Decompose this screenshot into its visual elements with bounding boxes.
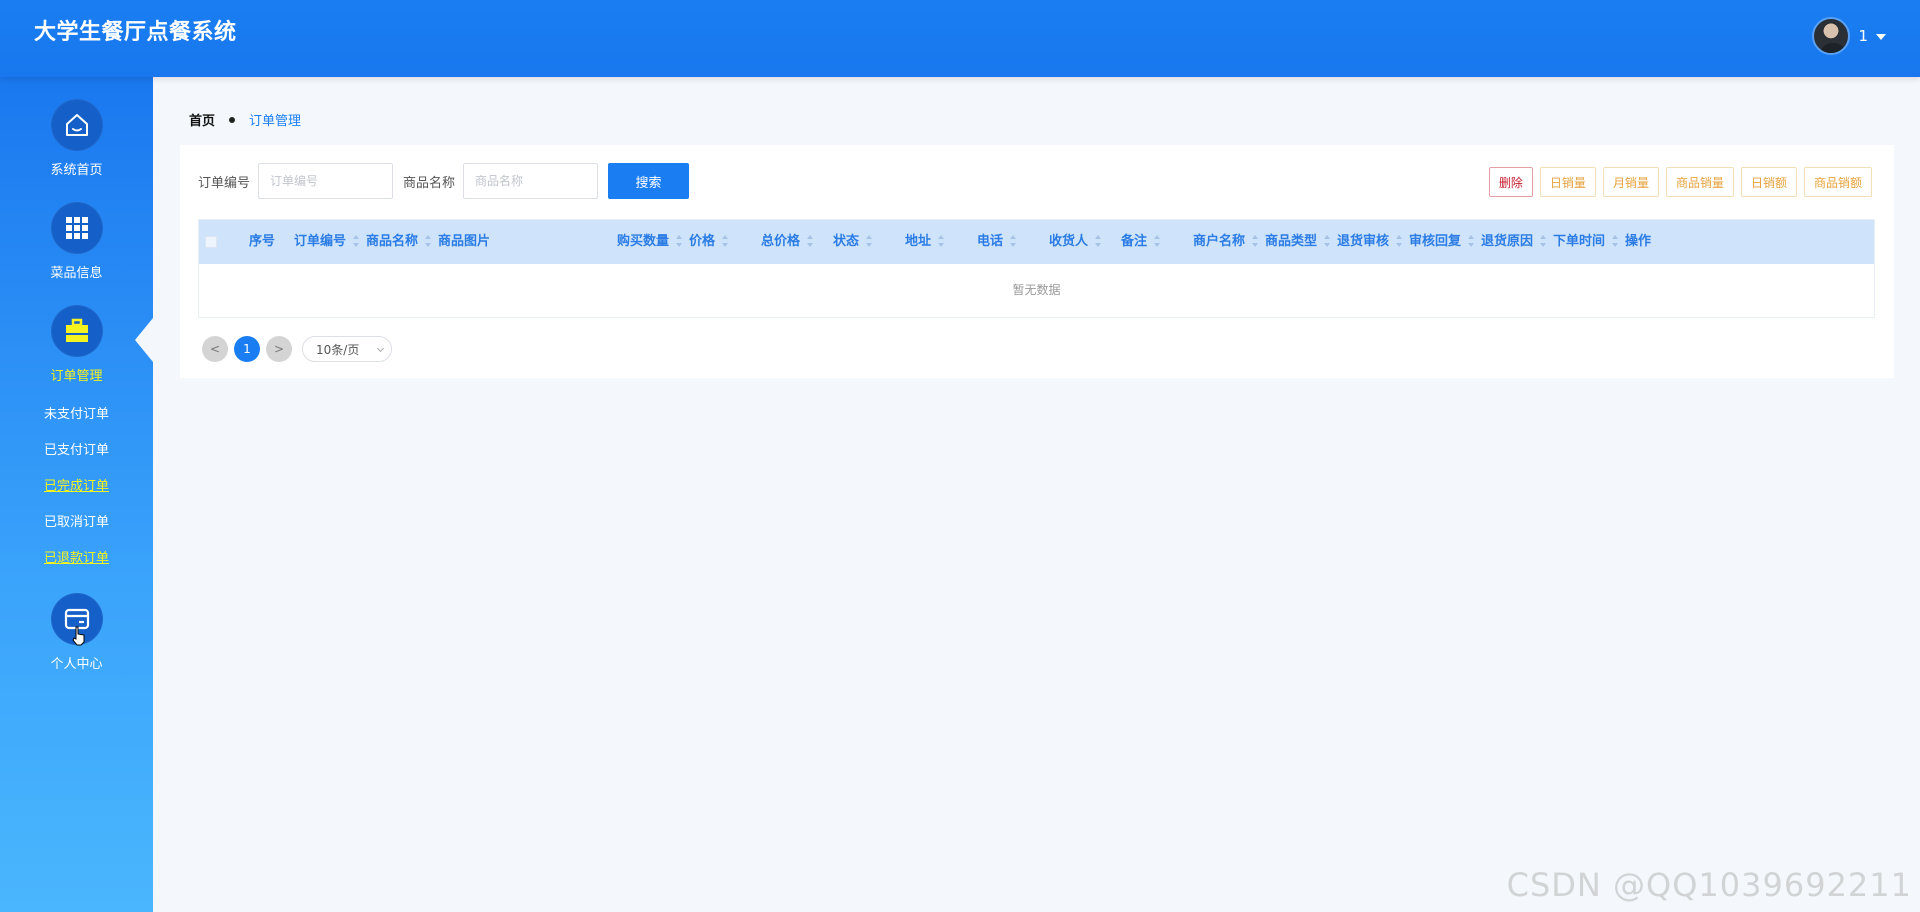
column-header[interactable]: 收货人 — [1049, 220, 1102, 264]
breadcrumb-current: 订单管理 — [249, 114, 302, 129]
search-form: 订单编号 商品名称 搜索 — [198, 163, 690, 199]
breadcrumb-separator — [229, 116, 236, 123]
top-header: 大学生餐厅点餐系统 1 — [0, 0, 1920, 77]
order-submenu: 未支付订单 已支付订单 已完成订单 已取消订单 已退款订单 — [0, 397, 153, 577]
submenu-cancelled-orders[interactable]: 已取消订单 — [0, 505, 153, 541]
order-panel: 订单编号 商品名称 搜索 删除 日销量 月销量 商品销量 日销额 商品销额 序号… — [180, 145, 1894, 378]
app-title: 大学生餐厅点餐系统 — [34, 20, 237, 45]
column-header[interactable]: 退货审核 — [1337, 220, 1403, 264]
sort-icon — [1094, 234, 1102, 247]
column-header: 序号 — [249, 234, 276, 249]
sidebar: 系统首页 菜品信息 订单管理 未支付订单 已支付订单 已完成订单 已取消订单 已… — [0, 77, 153, 912]
column-header[interactable]: 订单编号 — [294, 220, 360, 264]
column-header[interactable]: 商品名称 — [366, 220, 432, 264]
home-icon[interactable] — [50, 99, 103, 151]
page-size-value: 10条/页 — [316, 342, 360, 357]
sort-icon — [1251, 234, 1259, 247]
daily-sales-button[interactable]: 日销量 — [1539, 167, 1596, 197]
column-header[interactable]: 商品类型 — [1265, 220, 1331, 264]
page-size-select[interactable]: 10条/页 — [302, 336, 392, 362]
monthly-sales-button[interactable]: 月销量 — [1602, 167, 1659, 197]
column-header[interactable]: 价格 — [689, 220, 729, 264]
user-name[interactable]: 1 — [1858, 27, 1868, 45]
chevron-down-icon — [376, 344, 385, 353]
search-button[interactable]: 搜索 — [608, 163, 690, 199]
grid-icon[interactable] — [50, 202, 103, 254]
prev-page-button[interactable]: < — [202, 336, 228, 362]
column-header[interactable]: 电话 — [977, 220, 1017, 264]
column-header[interactable]: 状态 — [833, 220, 873, 264]
delete-button[interactable]: 删除 — [1488, 167, 1533, 197]
column-header: 操作 — [1625, 234, 1652, 249]
submenu-paid-orders[interactable]: 已支付订单 — [0, 433, 153, 469]
sort-icon — [1323, 234, 1331, 247]
sort-icon — [1153, 234, 1161, 247]
breadcrumb-home[interactable]: 首页 — [189, 110, 215, 129]
sort-icon — [1539, 234, 1547, 247]
column-header[interactable]: 退货原因 — [1481, 220, 1547, 264]
briefcase-icon[interactable] — [50, 305, 103, 357]
sidebar-item-dishes[interactable]: 菜品信息 — [0, 202, 153, 281]
avatar[interactable] — [1812, 17, 1851, 55]
column-header[interactable]: 商户名称 — [1193, 220, 1259, 264]
sidebar-item-label[interactable]: 菜品信息 — [0, 262, 153, 281]
sort-icon — [1611, 234, 1619, 247]
user-menu[interactable]: 1 — [1812, 17, 1886, 55]
column-header[interactable]: 审核回复 — [1409, 220, 1475, 264]
sidebar-item-label[interactable]: 个人中心 — [0, 653, 153, 672]
select-all-checkbox[interactable] — [205, 236, 217, 248]
sidebar-item-label[interactable]: 系统首页 — [0, 159, 153, 178]
order-no-input[interactable] — [258, 163, 394, 199]
next-page-button[interactable]: > — [266, 336, 292, 362]
sort-icon — [1395, 234, 1403, 247]
column-header[interactable]: 备注 — [1121, 220, 1161, 264]
column-header[interactable]: 下单时间 — [1553, 220, 1619, 264]
column-header[interactable]: 购买数量 — [617, 220, 683, 264]
sidebar-item-home[interactable]: 系统首页 — [0, 99, 153, 178]
order-no-label: 订单编号 — [198, 175, 251, 191]
sidebar-item-orders[interactable]: 订单管理 — [0, 305, 153, 384]
column-header: 商品图片 — [438, 234, 491, 249]
table-empty-text: 暂无数据 — [1012, 283, 1061, 297]
goods-name-input[interactable] — [463, 163, 599, 199]
pagination: < 1 > 10条/页 — [202, 336, 392, 362]
sort-icon — [675, 234, 683, 247]
sort-icon — [806, 234, 814, 247]
submenu-refunded-orders[interactable]: 已退款订单 — [0, 541, 153, 577]
sidebar-item-label[interactable]: 订单管理 — [0, 365, 153, 384]
submenu-completed-orders[interactable]: 已完成订单 — [0, 469, 153, 505]
breadcrumb: 首页 订单管理 — [189, 110, 301, 129]
daily-amount-button[interactable]: 日销额 — [1740, 167, 1797, 197]
sort-icon — [865, 234, 873, 247]
submenu-unpaid-orders[interactable]: 未支付订单 — [0, 397, 153, 433]
goods-name-label: 商品名称 — [403, 175, 456, 191]
sort-icon — [721, 234, 729, 247]
sort-icon — [424, 234, 432, 247]
sort-icon — [352, 234, 360, 247]
active-menu-pointer — [135, 318, 153, 362]
sort-icon — [1009, 234, 1017, 247]
sort-icon — [937, 234, 945, 247]
action-buttons: 删除 日销量 月销量 商品销量 日销额 商品销额 — [1488, 167, 1872, 197]
sort-icon — [1467, 234, 1475, 247]
goods-amount-button[interactable]: 商品销额 — [1803, 167, 1872, 197]
watermark: CSDN @QQ1039692211 — [1506, 866, 1912, 904]
goods-sales-button[interactable]: 商品销量 — [1665, 167, 1734, 197]
hand-cursor-icon — [72, 626, 85, 646]
page-number-button[interactable]: 1 — [234, 336, 260, 362]
column-header[interactable]: 总价格 — [761, 220, 814, 264]
chevron-down-icon[interactable] — [1876, 34, 1886, 40]
table-header: 序号 订单编号 商品名称 商品图片 购买数量 价格 总价格 状态 地址 电话 收… — [199, 220, 1874, 264]
orders-table: 序号 订单编号 商品名称 商品图片 购买数量 价格 总价格 状态 地址 电话 收… — [198, 219, 1875, 318]
column-header[interactable]: 地址 — [905, 220, 945, 264]
